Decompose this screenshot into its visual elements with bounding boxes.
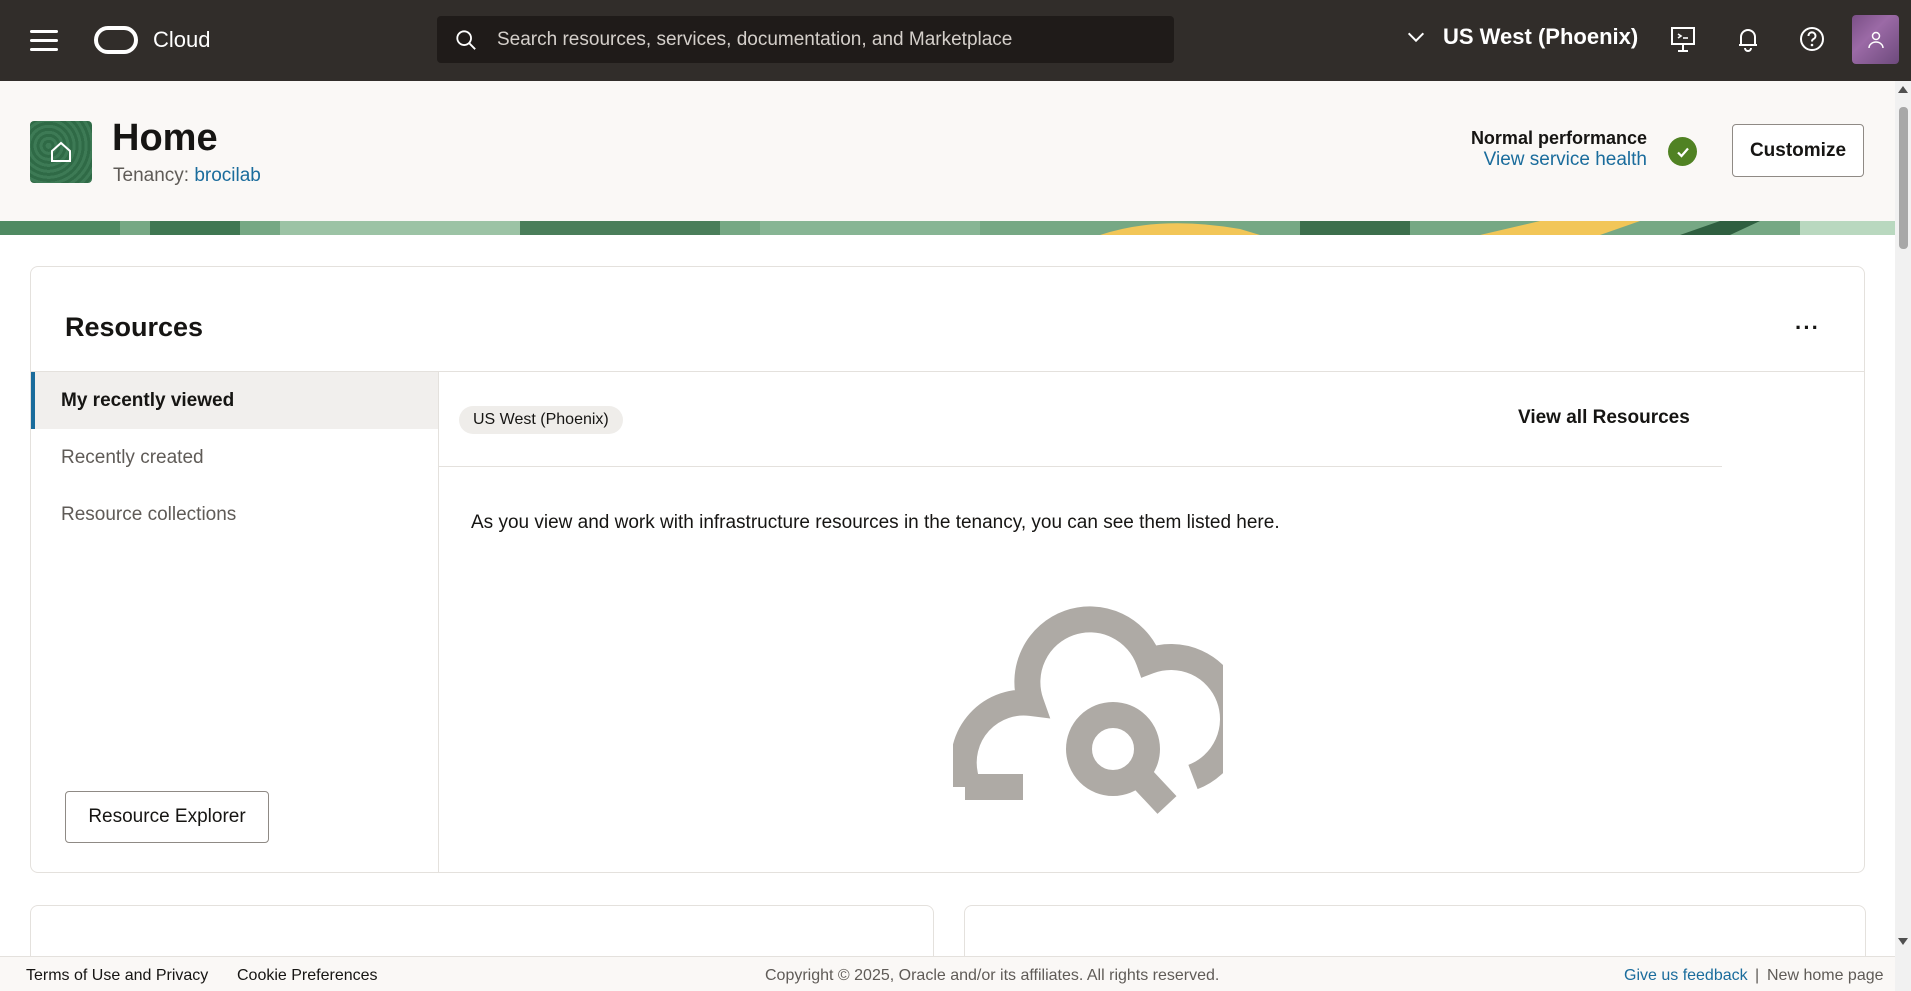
search-bar[interactable] bbox=[437, 16, 1174, 63]
new-home-page-toggle[interactable]: New home page bbox=[1767, 967, 1884, 985]
page-footer: Terms of Use and Privacy Cookie Preferen… bbox=[0, 956, 1895, 991]
check-circle-icon bbox=[1668, 137, 1697, 166]
scrollbar-thumb[interactable] bbox=[1899, 107, 1908, 249]
give-feedback-link[interactable]: Give us feedback bbox=[1624, 967, 1748, 985]
resources-title: Resources bbox=[65, 312, 204, 342]
resources-card: Resources ··· My recently viewed Recentl… bbox=[30, 266, 1865, 873]
help-icon[interactable] bbox=[1797, 24, 1827, 54]
home-tile-icon bbox=[30, 121, 92, 183]
bell-icon[interactable] bbox=[1733, 24, 1763, 54]
service-health-status: Normal performance View service health bbox=[1471, 128, 1647, 171]
divider bbox=[439, 466, 1722, 467]
tenancy-label: Tenancy: bbox=[113, 165, 190, 186]
search-input[interactable] bbox=[497, 16, 1157, 63]
tab-resource-collections[interactable]: Resource collections bbox=[31, 486, 438, 543]
resource-explorer-button[interactable]: Resource Explorer bbox=[65, 791, 269, 843]
tenancy-link[interactable]: brocilab bbox=[194, 165, 261, 186]
user-icon bbox=[1867, 31, 1884, 48]
region-selector[interactable]: US West (Phoenix) bbox=[1405, 24, 1638, 50]
chevron-down-icon bbox=[1407, 32, 1425, 43]
region-label: US West (Phoenix) bbox=[1443, 24, 1639, 49]
developer-tools-icon[interactable] bbox=[1668, 24, 1698, 54]
view-service-health-link[interactable]: View service health bbox=[1471, 149, 1647, 171]
decorative-banner bbox=[0, 221, 1895, 235]
empty-state-message: As you view and work with infrastructure… bbox=[471, 512, 1280, 533]
copyright-text: Copyright © 2025, Oracle and/or its affi… bbox=[765, 967, 1220, 984]
cloud-search-illustration-icon bbox=[953, 606, 1223, 814]
tab-my-recently-viewed[interactable]: My recently viewed bbox=[31, 372, 438, 429]
more-actions-icon[interactable]: ··· bbox=[1795, 315, 1820, 341]
terms-of-use-link[interactable]: Terms of Use and Privacy bbox=[26, 967, 208, 985]
region-filter-chip[interactable]: US West (Phoenix) bbox=[459, 406, 623, 434]
performance-status: Normal performance bbox=[1470, 128, 1647, 148]
oracle-logo-icon[interactable] bbox=[94, 26, 138, 54]
user-avatar[interactable] bbox=[1852, 15, 1899, 64]
scroll-down-icon[interactable] bbox=[1898, 938, 1908, 945]
home-icon bbox=[51, 141, 71, 162]
scroll-up-icon[interactable] bbox=[1898, 86, 1908, 93]
tab-recently-created[interactable]: Recently created bbox=[31, 429, 438, 486]
customize-button[interactable]: Customize bbox=[1732, 124, 1864, 177]
menu-icon[interactable] bbox=[30, 30, 58, 52]
tenancy-info: Tenancy: brocilab bbox=[113, 165, 261, 187]
page-header: Home Tenancy: brocilab Normal performanc… bbox=[0, 81, 1895, 221]
page-scrollbar[interactable] bbox=[1895, 81, 1911, 991]
top-navigation-bar: Cloud US West (Phoenix) bbox=[0, 0, 1911, 81]
view-all-resources-link[interactable]: View all Resources bbox=[1518, 407, 1690, 429]
brand-label[interactable]: Cloud bbox=[153, 27, 210, 53]
page-title: Home bbox=[112, 117, 218, 159]
cookie-preferences-link[interactable]: Cookie Preferences bbox=[237, 967, 378, 985]
footer-separator: | bbox=[1755, 967, 1760, 984]
search-icon bbox=[456, 30, 476, 50]
